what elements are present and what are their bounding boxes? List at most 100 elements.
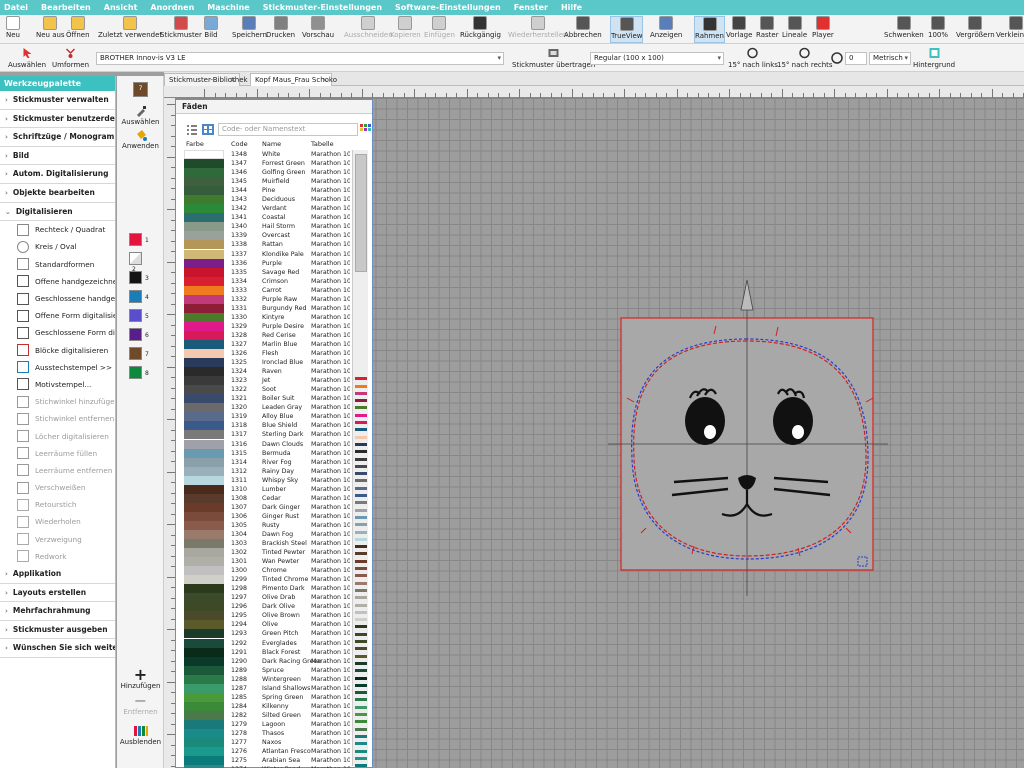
list-view-icon[interactable] [186,125,198,135]
thread-row[interactable]: 1303 Brackish Steel Marathon 100 [184,539,350,549]
color-grid-icon[interactable] [202,124,214,135]
palette-tool-5[interactable]: Offene Form digitalisier... [0,307,115,324]
menu-item-8[interactable]: Hilfe [561,3,582,12]
thread-row[interactable]: 1347 Forrest Green Marathon 100 [184,159,350,169]
palette-grid-icon[interactable] [360,124,372,135]
thread-search-input[interactable]: Code- oder Namenstext [218,123,358,136]
menu-item-6[interactable]: Software-Einstellungen [395,3,501,12]
color-swatch-2[interactable] [129,252,142,265]
thread-row[interactable]: 1346 Golfing Green Marathon 100 [184,168,350,178]
menu-item-2[interactable]: Ansicht [104,3,138,12]
thread-row[interactable]: 1296 Dark Olive Marathon 100 [184,602,350,612]
rotation-arrow-icon[interactable] [740,279,754,311]
ribbon-button-21[interactable]: Player [812,16,834,43]
thread-row[interactable]: 1344 Pine Marathon 100 [184,186,350,196]
palette-section-top-4[interactable]: › Autom. Digitalisierung [0,165,115,184]
thread-row[interactable]: 1290Dark Racing GreenMarathon 100 [184,656,350,666]
background-button[interactable]: Hintergrund [913,47,955,69]
thread-row[interactable]: 1306 Ginger Rust Marathon 100 [184,511,350,521]
palette-section-top-1[interactable]: › Stickmuster benutzerdefin... [0,110,115,129]
color-swatch-8[interactable] [129,366,142,379]
thread-row[interactable]: 1278 Thasos Marathon 100 [184,729,350,738]
thread-row[interactable]: 1343 Deciduous Marathon 100 [184,195,350,205]
thread-row[interactable]: 1293 Green Pitch Marathon 100 [184,629,350,639]
menu-item-5[interactable]: Stickmuster-Einstellungen [263,3,382,12]
menu-item-0[interactable]: Datei [4,3,28,12]
color-swatch-3[interactable] [129,271,142,284]
thread-row[interactable]: 1315 Bermuda Marathon 100 [184,448,350,458]
palette-tool-2[interactable]: Standardformen [0,256,115,273]
thread-row[interactable]: 1337 Klondike Pale Marathon 100 [184,249,350,259]
palette-tool-15[interactable]: Verschweißen [0,479,115,496]
thread-row[interactable]: 1345 Muirfield Marathon 100 [184,177,350,187]
palette-tool-12[interactable]: Löcher digitalisieren [0,427,115,444]
ribbon-button-1[interactable]: Neu aus [36,16,65,43]
palette-tool-3[interactable]: Offene handgezeichnet... [0,273,115,290]
header-name[interactable]: Name [262,140,281,148]
ribbon-button-10[interactable]: Kopieren [390,16,421,43]
ribbon-button-14[interactable]: Abbrechen [564,16,602,43]
palette-tool-0[interactable]: Rechteck / Quadrat [0,221,115,238]
thread-row[interactable]: 1334 Crimson Marathon 100 [184,276,350,286]
thread-row[interactable]: 1335 Savage Red Marathon 100 [184,267,350,277]
close-icon[interactable]: × [230,74,236,86]
color-swatch-5[interactable] [129,309,142,322]
thread-row[interactable]: 1298 Pimento Dark Marathon 100 [184,584,350,594]
ribbon-button-18[interactable]: Vorlage [726,16,752,43]
palette-tool-9[interactable]: Motivstempel... [0,376,115,393]
ribbon-button-16[interactable]: Anzeigen [650,16,682,43]
rotate-right-button[interactable]: 15° nach rechts [777,47,833,69]
thread-row[interactable]: 1330 Kintyre Marathon 100 [184,312,350,322]
ribbon-button-2[interactable]: Öffnen [66,16,90,43]
palette-section-top-5[interactable]: › Objekte bearbeiten [0,184,115,203]
thread-row[interactable]: 1279 Lagoon Marathon 100 [184,719,350,729]
palette-tool-7[interactable]: Blöcke digitalisieren [0,341,115,358]
ribbon-button-25[interactable]: Verkleinern [996,16,1024,43]
thread-row[interactable]: 1297 Olive Drab Marathon 100 [184,593,350,603]
palette-tool-17[interactable]: Wiederholen [0,513,115,530]
thread-row[interactable]: 1325 Ironclad Blue Marathon 100 [184,358,350,368]
thread-row[interactable]: 1311 Whispy Sky Marathon 100 [184,475,350,485]
palette-section-bottom-3[interactable]: › Stickmuster ausgeben [0,621,115,640]
thread-row[interactable]: 1314 River Fog Marathon 100 [184,457,350,467]
menu-item-1[interactable]: Bearbeiten [41,3,91,12]
thread-row[interactable]: 1312 Rainy Day Marathon 100 [184,466,350,476]
thread-row[interactable]: 1326 Flesh Marathon 100 [184,349,350,359]
tab-kopf-maus[interactable]: Kopf Maus_Frau Schoko × [250,73,337,86]
thread-row[interactable]: 1324 Raven Marathon 100 [184,367,350,377]
thread-list-scrollbar[interactable] [352,150,368,768]
thread-row[interactable]: 1342 Verdant Marathon 100 [184,204,350,214]
ribbon-button-24[interactable]: Vergrößern [956,16,995,43]
thread-row[interactable]: 1321 Boiler Suit Marathon 100 [184,394,350,404]
thread-row[interactable]: 1341 Coastal Marathon 100 [184,213,350,223]
thread-row[interactable]: 1332 Purple Raw Marathon 100 [184,294,350,304]
thread-row[interactable]: 1338 Rattan Marathon 100 [184,240,350,250]
tab-stickmuster-bibliothek[interactable]: Stickmuster-Bibliothek × [164,73,248,86]
palette-tool-11[interactable]: Stichwinkel entfernen [0,410,115,427]
thread-row[interactable]: 1319 Alloy Blue Marathon 100 [184,412,350,422]
palette-tool-16[interactable]: Retourstich [0,496,115,513]
palette-tool-4[interactable]: Geschlossene handgeze... [0,290,115,307]
rotation-input[interactable]: 0 [845,52,867,65]
palette-tool-8[interactable]: Ausstechstempel >> [0,359,115,376]
rotate-left-button[interactable]: 15° nach links [728,47,778,69]
ribbon-button-3[interactable]: Zuletzt verwendet [98,16,162,43]
color-swatch-4[interactable] [129,290,142,303]
scrollbar-thumb[interactable] [355,154,367,272]
header-tabelle[interactable]: Tabelle [311,140,334,148]
close-icon[interactable]: × [322,74,328,86]
thread-row[interactable]: 1310 Lumber Marathon 100 [184,484,350,494]
hinzufugen-button[interactable]: + Hinzufügen [117,667,164,691]
auswahlen-color-button[interactable]: Auswählen [117,104,164,126]
thread-row[interactable]: 1316 Dawn Clouds Marathon 100 [184,439,350,449]
thread-row[interactable]: 1331 Burgundy Red Marathon 100 [184,303,350,313]
ribbon-button-11[interactable]: Einfügen [424,16,455,43]
umformen-tool-button[interactable]: Umformen [52,47,89,69]
header-code[interactable]: Code [231,140,248,148]
machine-select[interactable]: BROTHER Innov-is V3 LE ▾ [96,52,504,65]
auswahlen-tool-button[interactable]: Auswählen [8,47,46,69]
thread-row[interactable]: 1317 Sterling Dark Marathon 100 [184,430,350,440]
menu-item-7[interactable]: Fenster [514,3,548,12]
thread-row[interactable]: 1287 Island ShallowsMarathon 100 [184,683,350,693]
anwenden-button[interactable]: Anwenden [117,128,164,150]
